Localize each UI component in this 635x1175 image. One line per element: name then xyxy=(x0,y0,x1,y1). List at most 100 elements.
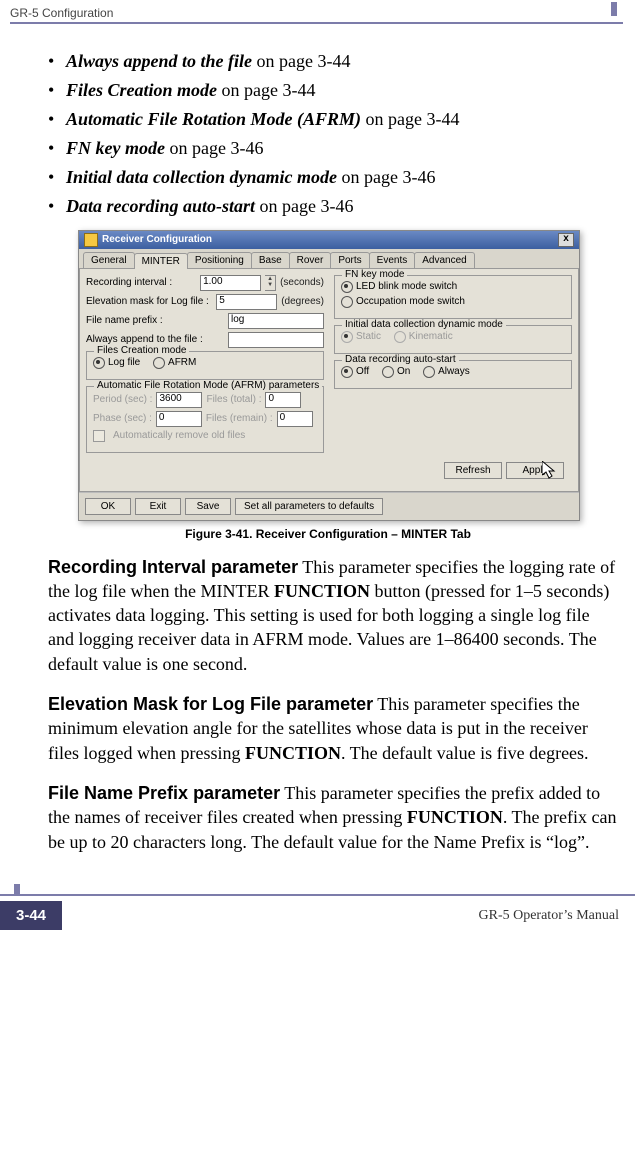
fn-key-group: FN key mode LED blink mode switch Occupa… xyxy=(334,275,572,319)
radio-occupation-label: Occupation mode switch xyxy=(356,296,465,307)
list-item: Automatic File Rotation Mode (AFRM) on p… xyxy=(48,106,617,132)
radio-static-label: Static xyxy=(356,331,381,342)
afrm-phase-input[interactable]: 0 xyxy=(156,411,202,427)
bullet-emph: Initial data collection dynamic mode xyxy=(66,167,337,187)
bottom-bar: OK Exit Save Set all parameters to defau… xyxy=(79,492,579,520)
radio-off[interactable]: Off xyxy=(341,366,369,378)
close-button[interactable]: x xyxy=(558,233,574,247)
afrm-files-total-input[interactable]: 0 xyxy=(265,392,301,408)
recording-interval-unit: (seconds) xyxy=(280,277,324,288)
exit-button[interactable]: Exit xyxy=(135,498,181,515)
radio-dot-icon xyxy=(153,357,165,369)
radio-dot-icon xyxy=(394,331,406,343)
radio-always-label: Always xyxy=(438,366,470,377)
bullet-rest: on page 3-46 xyxy=(337,167,435,187)
tab-base[interactable]: Base xyxy=(251,252,290,268)
header-rule xyxy=(10,22,623,24)
bullet-rest: on page 3-44 xyxy=(217,80,315,100)
elev-mask-input[interactable]: 5 xyxy=(216,294,277,310)
bullet-rest: on page 3-46 xyxy=(255,196,353,216)
radio-led-blink-label: LED blink mode switch xyxy=(356,281,457,292)
footer-rule xyxy=(0,894,635,896)
radio-kinematic[interactable]: Kinematic xyxy=(394,331,453,343)
figure-caption: Figure 3-41. Receiver Configuration – MI… xyxy=(78,527,578,541)
save-button[interactable]: Save xyxy=(185,498,231,515)
radio-log-file-label: Log file xyxy=(108,357,140,368)
afrm-group: Automatic File Rotation Mode (AFRM) para… xyxy=(86,386,324,453)
spinner-icon[interactable]: ▲▼ xyxy=(265,275,276,291)
auto-start-title: Data recording auto-start xyxy=(342,354,459,365)
afrm-files-remain-input[interactable]: 0 xyxy=(277,411,313,427)
bullet-emph: Automatic File Rotation Mode (AFRM) xyxy=(66,109,361,129)
running-title: GR-5 Configuration xyxy=(10,6,113,20)
bullet-emph: Data recording auto-start xyxy=(66,196,255,216)
afrm-phase-label: Phase (sec) : xyxy=(93,413,152,424)
file-prefix-label: File name prefix : xyxy=(86,315,224,326)
radio-always[interactable]: Always xyxy=(423,366,470,378)
afrm-period-input[interactable]: 3600 xyxy=(156,392,202,408)
radio-dot-icon xyxy=(382,366,394,378)
afrm-files-remain-label: Files (remain) : xyxy=(206,413,273,424)
tab-rover[interactable]: Rover xyxy=(289,252,332,268)
inline-bold: FUNCTION xyxy=(245,743,341,763)
inline-bold: FUNCTION xyxy=(407,807,503,827)
bullet-emph: Always append to the file xyxy=(66,51,252,71)
window-title: Receiver Configuration xyxy=(102,234,212,245)
radio-occupation[interactable]: Occupation mode switch xyxy=(341,296,465,308)
files-creation-title: Files Creation mode xyxy=(94,345,189,356)
afrm-title: Automatic File Rotation Mode (AFRM) para… xyxy=(94,380,322,391)
radio-led-blink[interactable]: LED blink mode switch xyxy=(341,281,457,293)
radio-dot-icon xyxy=(341,296,353,308)
afrm-autoremove-checkbox[interactable] xyxy=(93,430,105,442)
app-icon xyxy=(84,233,98,247)
refresh-button[interactable]: Refresh xyxy=(444,462,502,479)
list-item: FN key mode on page 3-46 xyxy=(48,135,617,161)
afrm-files-total-label: Files (total) : xyxy=(206,394,261,405)
radio-static[interactable]: Static xyxy=(341,331,381,343)
paragraph: Elevation Mask for Log File parameter Th… xyxy=(48,692,617,765)
paragraph: Recording Interval parameter This parame… xyxy=(48,555,617,676)
recording-interval-input[interactable]: 1.00 xyxy=(200,275,261,291)
radio-dot-icon xyxy=(341,281,353,293)
paragraph: File Name Prefix parameter This paramete… xyxy=(48,781,617,854)
tab-positioning[interactable]: Positioning xyxy=(187,252,252,268)
bullet-rest: on page 3-44 xyxy=(361,109,459,129)
list-item: Files Creation mode on page 3-44 xyxy=(48,77,617,103)
auto-start-group: Data recording auto-start Off On Always xyxy=(334,360,572,389)
run-in-heading: Elevation Mask for Log File parameter xyxy=(48,694,373,714)
radio-off-label: Off xyxy=(356,366,369,377)
run-in-heading: Recording Interval parameter xyxy=(48,557,298,577)
tab-strip: General MINTER Positioning Base Rover Po… xyxy=(79,249,579,268)
radio-dot-icon xyxy=(341,331,353,343)
tab-minter[interactable]: MINTER xyxy=(134,253,188,269)
tab-general[interactable]: General xyxy=(83,252,135,268)
inline-bold: FUNCTION xyxy=(274,581,370,601)
elev-mask-label: Elevation mask for Log file : xyxy=(86,296,212,307)
radio-afrm[interactable]: AFRM xyxy=(153,357,196,369)
tab-ports[interactable]: Ports xyxy=(330,252,369,268)
tab-events[interactable]: Events xyxy=(369,252,416,268)
bullet-rest: on page 3-46 xyxy=(165,138,263,158)
list-item: Initial data collection dynamic mode on … xyxy=(48,164,617,190)
afrm-period-label: Period (sec) : xyxy=(93,394,152,405)
always-append-input[interactable] xyxy=(228,332,324,348)
title-bar: Receiver Configuration x xyxy=(79,231,579,249)
tab-advanced[interactable]: Advanced xyxy=(414,252,474,268)
bullet-emph: FN key mode xyxy=(66,138,165,158)
page-footer: 3-44 GR-5 Operator’s Manual xyxy=(0,894,635,930)
radio-on-label: On xyxy=(397,366,410,377)
radio-on[interactable]: On xyxy=(382,366,410,378)
para-text: . The default value is five degrees. xyxy=(341,743,589,763)
page-number: 3-44 xyxy=(0,901,62,930)
radio-log-file[interactable]: Log file xyxy=(93,357,140,369)
header-tick xyxy=(611,2,617,16)
files-creation-group: Files Creation mode Log file AFRM xyxy=(86,351,324,380)
ok-button[interactable]: OK xyxy=(85,498,131,515)
apply-button[interactable]: Apply xyxy=(506,462,564,479)
elev-mask-unit: (degrees) xyxy=(281,296,324,307)
bullet-rest: on page 3-44 xyxy=(252,51,350,71)
defaults-button[interactable]: Set all parameters to defaults xyxy=(235,498,383,515)
file-prefix-input[interactable]: log xyxy=(228,313,324,329)
initial-dynamic-title: Initial data collection dynamic mode xyxy=(342,319,506,330)
manual-title: GR-5 Operator’s Manual xyxy=(479,908,620,924)
